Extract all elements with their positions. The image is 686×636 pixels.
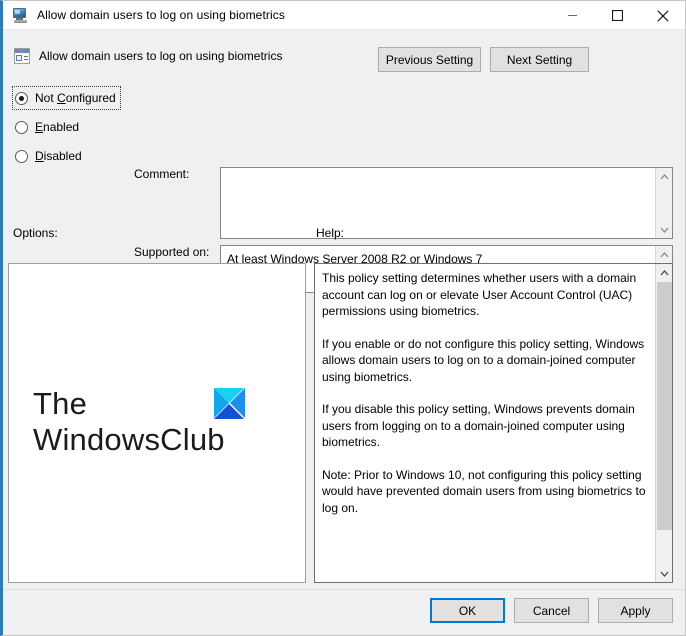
dialog-footer: OK Cancel Apply (3, 589, 685, 635)
state-radio-group: Not Configured Enabled Disabled (12, 86, 121, 174)
radio-enabled-label: Enabled (35, 120, 80, 134)
window-title: Allow domain users to log on using biome… (37, 8, 285, 22)
next-setting-button[interactable]: Next Setting (490, 47, 589, 72)
watermark-line1: The (33, 386, 88, 421)
comment-textarea[interactable] (220, 167, 673, 239)
setting-navigation: Previous Setting Next Setting (378, 47, 589, 72)
previous-setting-button[interactable]: Previous Setting (378, 47, 481, 72)
help-label: Help: (316, 226, 345, 240)
help-scroll-down-icon[interactable] (656, 565, 673, 582)
supported-on-label: Supported on: (134, 245, 210, 259)
watermark-logo: The WindowsClub (33, 386, 283, 458)
close-icon[interactable] (640, 1, 685, 30)
options-panel: The WindowsClub (8, 263, 306, 583)
help-scrollbar-thumb[interactable] (657, 282, 672, 530)
comment-scrollbar[interactable] (655, 168, 672, 238)
ok-button[interactable]: OK (430, 598, 505, 623)
help-text: This policy setting determines whether u… (315, 264, 655, 582)
setting-title: Allow domain users to log on using biome… (39, 48, 283, 63)
windowsclub-square-icon (214, 388, 245, 419)
comment-value[interactable] (221, 168, 655, 238)
window-controls (550, 1, 685, 30)
help-scroll-up-icon[interactable] (656, 264, 673, 281)
help-paragraph: This policy setting determines whether u… (322, 271, 637, 318)
comment-scroll-up-icon[interactable] (656, 168, 673, 185)
computer-monitor-icon (12, 7, 29, 24)
radio-disabled-mark (15, 149, 28, 163)
cancel-button[interactable]: Cancel (514, 598, 589, 623)
help-scrollbar[interactable] (655, 264, 672, 582)
help-paragraph: Note: Prior to Windows 10, not configuri… (322, 467, 646, 515)
title-bar: Allow domain users to log on using biome… (3, 1, 685, 30)
minimize-icon[interactable] (550, 1, 595, 30)
radio-disabled-label: Disabled (35, 149, 82, 163)
options-label: Options: (13, 226, 58, 240)
setting-state-form: Not Configured Enabled Disabled Comment: (3, 81, 685, 293)
radio-enabled[interactable]: Enabled (13, 116, 83, 138)
radio-not-configured[interactable]: Not Configured (12, 86, 121, 110)
help-paragraph: If you enable or do not configure this p… (322, 336, 645, 384)
maximize-icon[interactable] (595, 1, 640, 30)
comment-scroll-down-icon[interactable] (656, 221, 673, 238)
watermark-line2: WindowsClub (33, 422, 225, 457)
radio-enabled-mark (15, 120, 28, 134)
radio-not-configured-label: Not Configured (35, 91, 116, 105)
apply-button[interactable]: Apply (598, 598, 673, 623)
footer-buttons: OK Cancel Apply (430, 598, 673, 623)
comment-label: Comment: (134, 167, 190, 181)
radio-not-configured-mark (15, 91, 28, 105)
help-paragraph: If you disable this policy setting, Wind… (322, 402, 635, 449)
radio-disabled[interactable]: Disabled (13, 145, 86, 167)
policy-setting-icon (14, 47, 30, 64)
group-policy-setting-dialog: Allow domain users to log on using biome… (0, 0, 686, 636)
help-panel: This policy setting determines whether u… (314, 263, 673, 583)
supported-on-scroll-up-icon[interactable] (656, 246, 673, 263)
